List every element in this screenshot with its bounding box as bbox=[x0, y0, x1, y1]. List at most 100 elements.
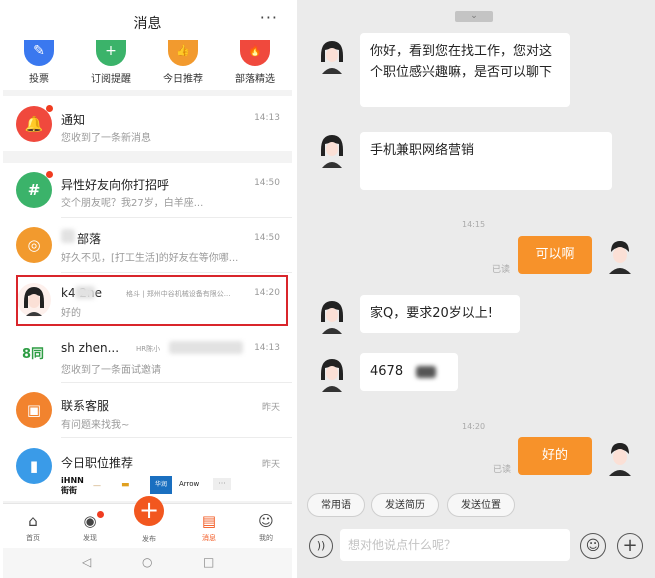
tab-discover[interactable]: ◉ 发现 bbox=[70, 511, 110, 543]
message-title: 通知 bbox=[61, 113, 86, 127]
message-icon: ▤ bbox=[201, 512, 217, 530]
blurred-name bbox=[61, 229, 75, 243]
company-logo: iHNN 街街 bbox=[61, 476, 84, 495]
quick-entry-today[interactable]: 👍 今日推荐 bbox=[147, 40, 219, 85]
chat-input-bar: )) 想对他说点什么呢？ ☺ + bbox=[297, 522, 655, 572]
quick-entry-row: ✎ 投票 + 订阅提醒 👍 今日推荐 🔥 部落精选 bbox=[3, 40, 292, 90]
read-status: 已读 bbox=[493, 465, 512, 475]
bottom-tab-bar: ⌂ 首页 ◉ 发现 + 发布 ▤ 消息 ☺ 我的 bbox=[3, 496, 292, 549]
message-preview: 您收到了一条新消息 bbox=[61, 133, 151, 144]
message-time: 14:13 bbox=[254, 343, 280, 353]
tab-label: 我的 bbox=[259, 534, 273, 542]
unread-dot bbox=[46, 171, 53, 178]
message-list-screen: 消息 ··· ✎ 投票 + 订阅提醒 👍 今日推荐 🔥 部落精选 🔔 通知 您收… bbox=[3, 0, 292, 578]
message-title: 联系客服 bbox=[61, 399, 110, 413]
quick-entry-subscribe[interactable]: + 订阅提醒 bbox=[75, 40, 147, 85]
message-item-tribe[interactable]: ◎ 部落 好久不见，[打工生活]的好友在等你哪... 14:50 bbox=[3, 218, 292, 273]
highlight-box bbox=[16, 275, 288, 326]
message-time: 昨天 bbox=[261, 460, 280, 470]
quick-reply-send-resume[interactable]: 发送简历 bbox=[371, 493, 439, 517]
voice-icon[interactable]: )) bbox=[309, 534, 333, 558]
quick-reply-common-phrases[interactable]: 常用语 bbox=[307, 493, 365, 517]
chat-bubble-received: 家Q，要求20岁以上! bbox=[360, 295, 520, 333]
service-icon: ▣ bbox=[16, 392, 52, 428]
message-title: 部落 bbox=[77, 232, 102, 246]
recruiter-avatar bbox=[321, 301, 343, 334]
unread-dot bbox=[46, 105, 53, 112]
tab-publish[interactable]: 发布 bbox=[129, 534, 169, 544]
recruiter-avatar bbox=[321, 135, 343, 168]
tab-home[interactable]: ⌂ 首页 bbox=[13, 512, 53, 543]
read-status: 已读 bbox=[492, 265, 511, 275]
company-logo: 华润 bbox=[150, 476, 172, 494]
publish-button[interactable]: + bbox=[134, 496, 164, 526]
quick-entry-label: 投票 bbox=[29, 74, 49, 85]
tab-label: 发现 bbox=[83, 534, 97, 542]
message-preview: 您收到了一条面试邀请 bbox=[61, 365, 161, 376]
message-input[interactable]: 想对他说点什么呢？ bbox=[340, 529, 570, 561]
quick-entry-label: 部落精选 bbox=[235, 74, 275, 85]
message-time: 昨天 bbox=[261, 403, 280, 413]
chat-text: 4678 bbox=[370, 364, 404, 379]
company-logo: — bbox=[93, 481, 101, 490]
more-options-icon[interactable]: ··· bbox=[260, 8, 278, 27]
tab-label: 消息 bbox=[202, 534, 216, 542]
emoji-icon[interactable]: ☺ bbox=[580, 533, 606, 559]
home-icon: ⌂ bbox=[28, 512, 38, 530]
quick-reply-bar: 常用语 发送简历 发送位置 bbox=[297, 490, 655, 520]
collapse-handle-icon[interactable]: ⌄ bbox=[455, 11, 493, 22]
my-avatar bbox=[609, 241, 631, 274]
message-title: 异性好友向你打招呼 bbox=[61, 178, 170, 192]
flame-icon: 🔥 bbox=[240, 40, 270, 66]
recent-apps-icon[interactable]: □ bbox=[203, 555, 214, 569]
chat-timestamp: 14:20 bbox=[462, 422, 486, 431]
system-nav-bar: ◁ ○ □ bbox=[3, 548, 292, 578]
chat-screen: ⌄ 你好，看到您在找工作，您对这个职位感兴趣嘛，是否可以聊下 手机兼职网络营销 … bbox=[297, 0, 655, 578]
company-logo: Arrow bbox=[179, 480, 200, 488]
message-item-job-recommend[interactable]: ▮ 今日职位推荐 昨天 iHNN 街街 — ▬ 华润 Arrow ··· bbox=[3, 438, 292, 501]
chat-bubble-received: 4678 bbox=[360, 353, 458, 391]
message-preview: 有问题来找我~ bbox=[61, 420, 130, 431]
message-time: 14:50 bbox=[254, 233, 280, 243]
tab-profile[interactable]: ☺ 我的 bbox=[246, 512, 286, 543]
message-preview: 好久不见，[打工生活]的好友在等你哪... bbox=[61, 253, 239, 264]
job-icon: ▮ bbox=[16, 448, 52, 484]
quick-reply-send-location[interactable]: 发送位置 bbox=[447, 493, 515, 517]
back-icon[interactable]: ◁ bbox=[82, 555, 91, 569]
plus-icon[interactable]: + bbox=[617, 533, 643, 559]
chat-timestamp: 14:15 bbox=[462, 220, 486, 229]
message-preview: 交个朋友呢？我27岁，白羊座... bbox=[61, 198, 204, 209]
home-circle-icon[interactable]: ○ bbox=[142, 555, 152, 569]
quick-entry-vote[interactable]: ✎ 投票 bbox=[3, 40, 75, 85]
more-logos: ··· bbox=[213, 478, 231, 490]
subscribe-icon: + bbox=[96, 40, 126, 66]
tab-label: 首页 bbox=[26, 534, 40, 542]
discover-icon: ◉ bbox=[83, 512, 97, 530]
unread-dot bbox=[97, 511, 104, 518]
message-item-notification[interactable]: 🔔 通知 您收到了一条新消息 14:13 bbox=[3, 96, 292, 151]
chat-bubble-received: 手机兼职网络营销 bbox=[360, 132, 612, 190]
message-title: 今日职位推荐 bbox=[61, 456, 134, 470]
recruiter-avatar bbox=[321, 359, 343, 392]
my-avatar bbox=[609, 443, 631, 476]
message-item-customer-service[interactable]: ▣ 联系客服 有问题来找我~ 昨天 bbox=[3, 383, 292, 438]
message-item-interview[interactable]: 8同 sh zhen... HR陈小 您收到了一条面试邀请 14:13 bbox=[3, 328, 292, 383]
message-title: sh zhen... bbox=[61, 341, 120, 355]
quick-entry-tribe[interactable]: 🔥 部落精选 bbox=[219, 40, 291, 85]
message-tag: HR陈小 bbox=[136, 345, 161, 353]
message-item-greeting[interactable]: # 异性好友向你打招呼 交个朋友呢？我27岁，白羊座... 14:50 bbox=[3, 163, 292, 218]
tab-messages[interactable]: ▤ 消息 bbox=[189, 512, 229, 543]
quick-entry-label: 今日推荐 bbox=[163, 74, 203, 85]
recruiter-avatar bbox=[321, 41, 343, 74]
chat-bubble-sent: 好的 bbox=[518, 437, 592, 475]
page-title: 消息 bbox=[133, 16, 162, 32]
tribe-icon: ◎ bbox=[16, 227, 52, 263]
company-logo: ▬ bbox=[121, 480, 130, 490]
profile-icon: ☺ bbox=[258, 512, 274, 530]
chat-bubble-received: 你好，看到您在找工作，您对这个职位感兴趣嘛，是否可以聊下 bbox=[360, 33, 570, 107]
left-header: 消息 ··· bbox=[3, 0, 292, 40]
message-time: 14:50 bbox=[254, 178, 280, 188]
blurred-digits bbox=[416, 366, 436, 378]
message-time: 14:13 bbox=[254, 113, 280, 123]
58-logo-icon: 8同 bbox=[9, 337, 57, 373]
